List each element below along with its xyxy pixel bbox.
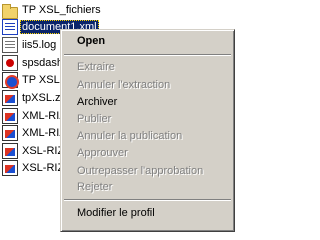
folder-icon bbox=[2, 3, 18, 19]
menu-item-approve: Approuver bbox=[77, 147, 128, 159]
menu-item-publish: Publier bbox=[77, 113, 112, 125]
menu-item-reject: Rejeter bbox=[77, 181, 113, 193]
file-name: TP XSL. bbox=[22, 73, 63, 86]
menu-item-extract: Extraire bbox=[77, 61, 115, 73]
file-name: tpXSL.zi bbox=[22, 91, 63, 104]
menu-item-modify-profile[interactable]: Modifier le profil bbox=[64, 205, 231, 222]
file-name: spsdash bbox=[22, 56, 63, 69]
file-item-tpxsl-zip[interactable]: tpXSL.zi bbox=[2, 89, 65, 106]
file-item-xml-riz-1[interactable]: XML-RIZ bbox=[2, 107, 68, 124]
file-name: TP XSL_fichiers bbox=[22, 3, 101, 16]
file-item-xsl-riz-1[interactable]: XSL-RIZ bbox=[2, 142, 66, 159]
context-menu: Open Extraire Annuler l'extraction Archi… bbox=[60, 29, 235, 232]
menu-item-archive[interactable]: Archiver bbox=[64, 94, 231, 111]
menu-item-override-approve: Outrepasser l'approbation bbox=[77, 165, 204, 177]
xml-file-icon bbox=[2, 18, 18, 35]
xsl-document-icon bbox=[2, 107, 18, 124]
file-item-spsdash[interactable]: spsdash bbox=[2, 54, 65, 71]
xsl-document-icon bbox=[2, 89, 18, 106]
file-item-iis5-log[interactable]: iis5.log bbox=[2, 36, 58, 53]
file-name: iis5.log bbox=[22, 38, 57, 51]
menu-separator bbox=[64, 54, 231, 56]
xsl-document-icon bbox=[2, 159, 18, 176]
menu-item-open[interactable]: Open bbox=[64, 33, 231, 50]
xsl-document-icon bbox=[2, 124, 18, 141]
file-item-xsl-riz-2[interactable]: XSL-RIZ bbox=[2, 159, 66, 176]
menu-item-cancel-publish: Annuler la publication bbox=[77, 130, 183, 142]
log-file-icon bbox=[2, 36, 18, 53]
menu-separator bbox=[64, 199, 231, 201]
tp-document-icon bbox=[2, 71, 19, 89]
spss-file-icon bbox=[2, 54, 18, 71]
file-item-tp-xsl[interactable]: TP XSL. bbox=[2, 71, 65, 89]
xsl-document-icon bbox=[2, 142, 18, 159]
menu-item-cancel-extract: Annuler l'extraction bbox=[77, 79, 171, 91]
file-item-tp-xsl-fichiers[interactable]: TP XSL_fichiers bbox=[2, 1, 103, 19]
file-item-xml-riz-2[interactable]: XML-RIZ bbox=[2, 124, 68, 141]
